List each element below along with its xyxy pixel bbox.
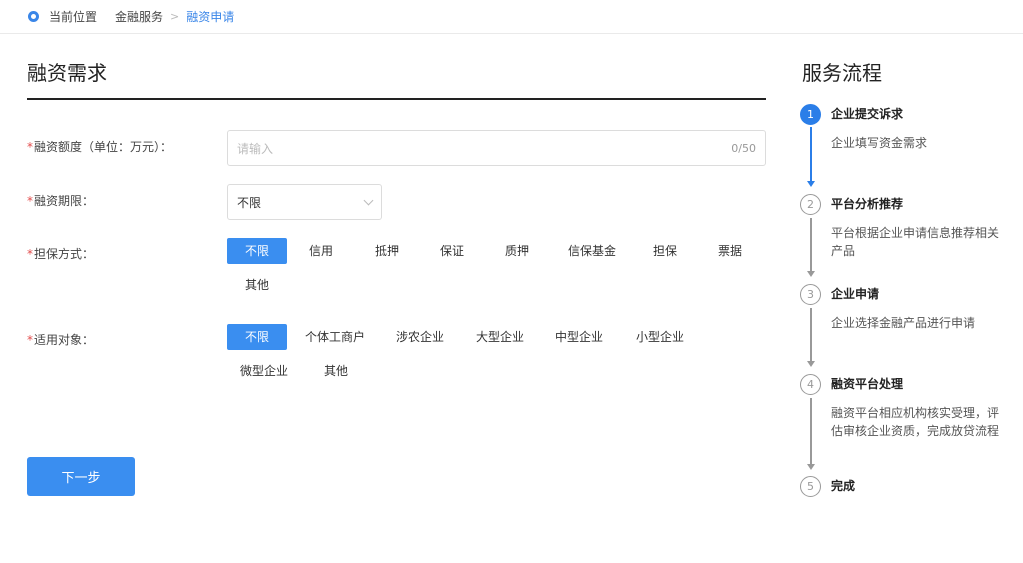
step-title: 融资平台处理 — [831, 377, 904, 391]
step-description: 融资平台相应机构核实受理，评估审核企业资质，完成放贷流程 — [831, 406, 1000, 438]
form-divider — [27, 98, 766, 100]
flow-step-2: 2 平台分析推荐 平台根据企业申请信息推荐相关产品 — [800, 194, 1010, 264]
step-title: 企业申请 — [831, 287, 880, 301]
guarantee-label: *担保方式： — [27, 247, 95, 261]
chevron-down-icon — [363, 195, 374, 205]
target-option[interactable]: 大型企业 — [457, 324, 543, 350]
flow-title: 服务流程 — [802, 61, 882, 85]
guarantee-option[interactable]: 担保 — [635, 238, 695, 264]
guarantee-option[interactable]: 其他 — [227, 272, 287, 298]
step-number-badge: 1 — [800, 104, 821, 125]
breadcrumb-item-finance[interactable]: 金融服务 — [115, 8, 163, 25]
amount-placeholder: 请输入 — [237, 141, 274, 156]
guarantee-option[interactable]: 信用 — [287, 238, 355, 264]
amount-label: *融资额度（单位：万元）： — [27, 140, 173, 154]
guarantee-option[interactable]: 不限 — [227, 238, 287, 264]
step-description: 平台根据企业申请信息推荐相关产品 — [831, 226, 1000, 258]
required-mark: * — [27, 333, 33, 347]
period-select[interactable]: 不限 — [227, 184, 382, 220]
step-number-badge: 2 — [800, 194, 821, 215]
step-title: 完成 — [831, 479, 856, 493]
location-icon — [28, 11, 39, 22]
amount-char-counter: 0/50 — [731, 141, 756, 155]
guarantee-option[interactable]: 质押 — [485, 238, 549, 264]
guarantee-option[interactable]: 信保基金 — [549, 238, 635, 264]
target-option[interactable]: 中型企业 — [543, 324, 615, 350]
flow-step-1: 1 企业提交诉求 企业填写资金需求 — [800, 104, 1010, 154]
target-options: 不限 个体工商户 涉农企业 大型企业 中型企业 小型企业 微型企业 其他 — [227, 324, 767, 392]
required-mark: * — [27, 140, 33, 154]
target-option[interactable]: 个体工商户 — [287, 324, 383, 350]
step-description: 企业选择金融产品进行申请 — [831, 316, 976, 330]
step-number-badge: 3 — [800, 284, 821, 305]
step-number-badge: 5 — [800, 476, 821, 497]
target-option[interactable]: 小型企业 — [615, 324, 705, 350]
flow-step-4: 4 融资平台处理 融资平台相应机构核实受理，评估审核企业资质，完成放贷流程 — [800, 374, 1010, 464]
guarantee-option[interactable]: 保证 — [419, 238, 485, 264]
guarantee-option[interactable]: 票据 — [695, 238, 765, 264]
required-mark: * — [27, 194, 33, 208]
amount-input[interactable]: 请输入 0/50 — [227, 130, 766, 166]
target-option[interactable]: 微型企业 — [227, 358, 301, 384]
flow-step-3: 3 企业申请 企业选择金融产品进行申请 — [800, 284, 1010, 334]
step-title: 平台分析推荐 — [831, 197, 904, 211]
breadcrumb: 当前位置 金融服务 > 融资申请 — [0, 0, 1023, 34]
period-selected-value: 不限 — [237, 195, 262, 210]
period-label: *融资期限： — [27, 194, 95, 208]
flow-step-5: 5 完成 — [800, 476, 1010, 500]
guarantee-options: 不限 信用 抵押 保证 质押 信保基金 担保 票据 其他 — [227, 238, 767, 306]
breadcrumb-current: 融资申请 — [186, 10, 235, 24]
target-label: *适用对象： — [27, 333, 95, 347]
guarantee-option[interactable]: 抵押 — [355, 238, 419, 264]
target-option[interactable]: 其他 — [301, 358, 371, 384]
target-option[interactable]: 涉农企业 — [383, 324, 457, 350]
step-title: 企业提交诉求 — [831, 107, 904, 121]
required-mark: * — [27, 247, 33, 261]
form-title: 融资需求 — [27, 61, 107, 85]
next-step-button[interactable]: 下一步 — [27, 457, 135, 496]
chevron-right-icon: > — [170, 10, 180, 23]
target-option[interactable]: 不限 — [227, 324, 287, 350]
breadcrumb-label: 当前位置 — [49, 10, 98, 24]
step-description: 企业填写资金需求 — [831, 136, 928, 150]
step-number-badge: 4 — [800, 374, 821, 395]
